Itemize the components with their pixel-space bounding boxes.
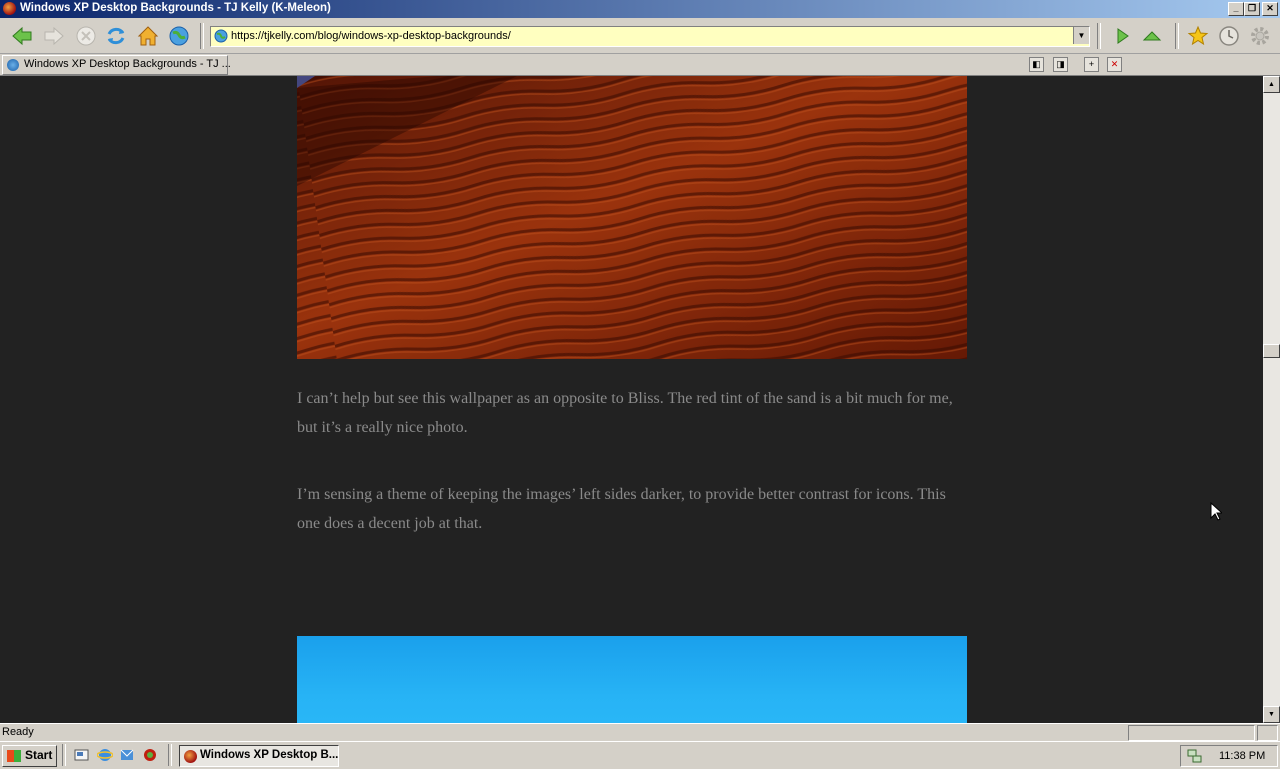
page-content: I can’t help but see this wallpaper as a… — [0, 76, 1263, 723]
gear-icon[interactable] — [1248, 24, 1272, 48]
page-globe-icon — [214, 29, 228, 43]
scroll-down-button[interactable]: ▼ — [1263, 706, 1280, 723]
clock-icon[interactable] — [1217, 24, 1241, 48]
url-input[interactable] — [231, 28, 1071, 43]
address-bar[interactable]: ▼ — [210, 26, 1090, 47]
close-button[interactable]: ✕ — [1262, 2, 1278, 16]
navigation-toolbar: ▼ — [0, 19, 1280, 54]
windows-flag-icon — [7, 750, 21, 762]
home-icon[interactable] — [136, 24, 160, 48]
security-pane — [1257, 725, 1278, 741]
minimize-button[interactable]: _ — [1228, 2, 1244, 16]
start-button[interactable]: Start — [2, 745, 57, 767]
mouse-cursor-icon — [1210, 502, 1222, 521]
toolbar-separator — [1097, 23, 1101, 49]
toolbar-separator — [200, 23, 204, 49]
internet-explorer-icon[interactable] — [97, 747, 113, 763]
forward-arrow-icon[interactable] — [42, 24, 66, 48]
taskbar-separator — [168, 744, 172, 766]
status-bar: Ready — [0, 723, 1280, 741]
close-tab-icon[interactable]: ✕ — [1107, 57, 1122, 72]
network-icon[interactable] — [1187, 748, 1203, 764]
vertical-scrollbar[interactable]: ▲ ▼ — [1263, 76, 1280, 723]
toolbar-separator — [1175, 23, 1179, 49]
k-meleon-icon — [3, 2, 16, 15]
taskbar-separator — [62, 744, 66, 766]
paragraph: I can’t help but see this wallpaper as a… — [297, 390, 953, 436]
paragraph: I’m sensing a theme of keeping the image… — [297, 486, 946, 532]
taskbar-item-browser[interactable]: Windows XP Desktop B... — [179, 745, 339, 767]
tab-current-page[interactable]: Windows XP Desktop Backgrounds - TJ ... — [2, 55, 231, 75]
window-title: Windows XP Desktop Backgrounds - TJ Kell… — [20, 2, 331, 14]
title-bar: Windows XP Desktop Backgrounds - TJ Kell… — [0, 0, 1280, 18]
blue-wallpaper-image — [297, 636, 967, 723]
status-text: Ready — [2, 726, 34, 738]
taskbar: Start Windows XP Desktop B... 11:38 PM — [0, 741, 1280, 769]
maximize-button[interactable]: ❐ — [1244, 2, 1260, 16]
desert-wallpaper-image — [297, 76, 967, 359]
status-pane — [1128, 725, 1255, 741]
tab-bar: Windows XP Desktop Backgrounds - TJ ... … — [0, 54, 1280, 76]
globe-icon[interactable] — [167, 24, 191, 48]
tab-next-icon[interactable]: ◨ — [1053, 57, 1068, 72]
tab-label: Windows XP Desktop Backgrounds - TJ ... — [24, 58, 231, 70]
browser-window: Windows XP Desktop Backgrounds - TJ Kell… — [0, 0, 1280, 769]
k-meleon-quicklaunch-icon[interactable] — [142, 747, 158, 763]
new-tab-icon[interactable]: + — [1084, 57, 1099, 72]
outlook-express-icon[interactable] — [119, 747, 135, 763]
scroll-thumb[interactable] — [1263, 344, 1280, 358]
k-meleon-icon — [184, 750, 197, 763]
up-arrow-icon[interactable] — [1140, 24, 1164, 48]
system-tray: 11:38 PM — [1180, 745, 1278, 767]
go-button[interactable] — [1110, 24, 1134, 48]
tab-globe-icon — [7, 59, 19, 71]
stop-icon[interactable] — [74, 24, 98, 48]
back-arrow-icon[interactable] — [10, 24, 34, 48]
tab-prev-icon[interactable]: ◧ — [1029, 57, 1044, 72]
reload-icon[interactable] — [104, 24, 128, 48]
clock: 11:38 PM — [1219, 750, 1266, 762]
show-desktop-icon[interactable] — [74, 747, 90, 763]
star-icon[interactable] — [1186, 24, 1210, 48]
url-dropdown-button[interactable]: ▼ — [1073, 27, 1089, 44]
scroll-up-button[interactable]: ▲ — [1263, 76, 1280, 93]
